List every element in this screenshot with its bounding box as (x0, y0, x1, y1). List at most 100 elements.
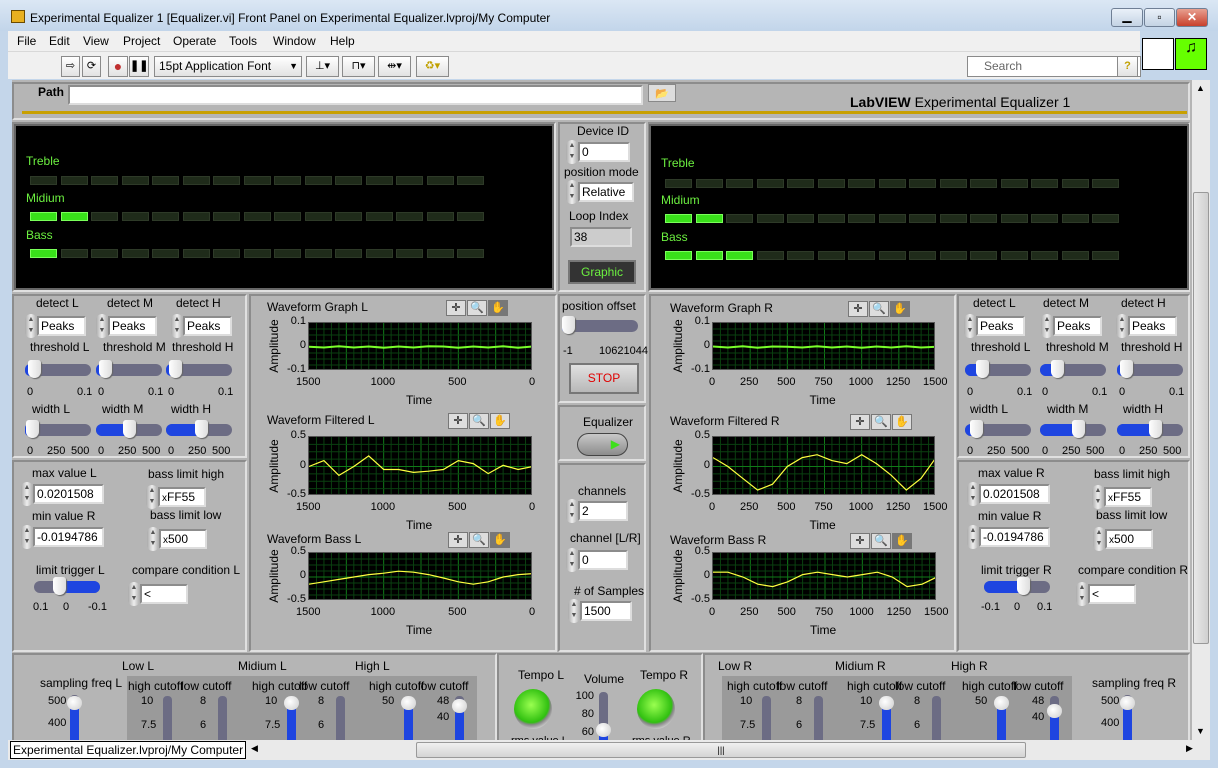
low-cutoff-slider-track[interactable] (336, 696, 345, 740)
bass-limit-high-input-increment-decrement[interactable]: ▲ ▼ (146, 485, 158, 509)
graphic-button[interactable]: Graphic (568, 260, 636, 284)
width-slider-thumb[interactable] (122, 420, 136, 438)
path-input[interactable] (68, 85, 643, 105)
compare-condition-select-increment-decrement[interactable]: ▲ ▼ (128, 582, 140, 606)
menu-help[interactable]: Help (330, 34, 355, 48)
run-arrow-icon[interactable]: ⇨ (61, 56, 80, 77)
distribute-objects-icon[interactable]: ⊓▾ (342, 56, 375, 77)
bass-limit-low-input-increment-decrement[interactable]: ▲ ▼ (1093, 527, 1105, 551)
zoom-tool-icon[interactable]: 🔍 (467, 300, 487, 316)
position-offset-slider-thumb[interactable] (562, 316, 575, 334)
position-mode-select-increment-decrement[interactable]: ▲ ▼ (566, 180, 578, 204)
cursor-tool-icon[interactable]: ✛ (448, 413, 468, 429)
detect-select-increment-decrement[interactable]: ▲ ▼ (1041, 314, 1053, 338)
width-slider-thumb[interactable] (1148, 420, 1162, 438)
detect-select-increment-decrement[interactable]: ▲ ▼ (1116, 314, 1128, 338)
detect-select[interactable]: Peaks (1053, 316, 1102, 336)
scroll-left-icon[interactable]: ◀ (251, 743, 258, 754)
sampling-freq-slider-thumb[interactable] (1120, 696, 1135, 710)
threshold-slider-thumb[interactable] (1050, 360, 1064, 378)
bass-limit-low-input-increment-decrement[interactable]: ▲ ▼ (147, 527, 159, 551)
bass-limit-high-input[interactable]: xFF55 (1104, 487, 1152, 507)
detect-select[interactable]: Peaks (183, 316, 232, 336)
max-value-indicator[interactable]: 0.0201508 (33, 484, 104, 504)
max-value-indicator[interactable]: 0.0201508 (979, 484, 1050, 504)
detect-select-increment-decrement[interactable]: ▲ ▼ (171, 314, 183, 338)
cursor-tool-icon[interactable]: ✛ (446, 300, 466, 316)
vertical-scroll-thumb[interactable] (1193, 192, 1209, 644)
samples-input[interactable]: 1500 (580, 601, 632, 621)
high-cutoff-slider-track[interactable] (762, 696, 771, 740)
abort-icon[interactable]: ● (108, 56, 128, 77)
channel-lr-input[interactable]: 0 (578, 550, 628, 570)
bass-limit-high-input[interactable]: xFF55 (158, 487, 206, 507)
max-value-indicator-increment-decrement[interactable]: ▲ ▼ (21, 482, 33, 506)
detect-select[interactable]: Peaks (37, 316, 86, 336)
bass-limit-low-input[interactable]: x500 (159, 529, 207, 549)
menu-file[interactable]: File (17, 34, 36, 48)
width-slider-thumb[interactable] (25, 420, 39, 438)
low-cutoff-slider-track[interactable] (218, 696, 227, 740)
width-slider-thumb[interactable] (1071, 420, 1085, 438)
compare-condition-select[interactable]: < (1088, 584, 1136, 604)
low-cutoff-slider-track[interactable] (814, 696, 823, 740)
samples-input-increment-decrement[interactable]: ▲ ▼ (568, 599, 580, 623)
pan-tool-icon[interactable]: ✋ (490, 413, 510, 429)
run-continuously-icon[interactable]: ⟳ (82, 56, 101, 77)
channel-lr-input-increment-decrement[interactable]: ▲ ▼ (566, 548, 578, 572)
zoom-tool-icon[interactable]: 🔍 (871, 414, 891, 430)
high-cutoff-slider-track[interactable] (163, 696, 172, 740)
detect-select-increment-decrement[interactable]: ▲ ▼ (96, 314, 108, 338)
compare-condition-select[interactable]: < (140, 584, 188, 604)
width-slider-thumb[interactable] (970, 420, 984, 438)
detect-select[interactable]: Peaks (1128, 316, 1177, 336)
scroll-up-icon[interactable]: ▲ (1196, 83, 1205, 93)
high-cutoff-slider-thumb[interactable] (401, 696, 416, 710)
pan-tool-icon[interactable]: ✋ (892, 533, 912, 549)
low-cutoff-slider-track[interactable] (932, 696, 941, 740)
font-select[interactable]: 15pt Application Font ▼ (154, 56, 302, 77)
zoom-tool-icon[interactable]: 🔍 (469, 532, 489, 548)
help-button[interactable]: ? (1117, 56, 1138, 77)
device-id-input-increment-decrement[interactable]: ▲ ▼ (566, 140, 578, 164)
channels-input[interactable]: 2 (578, 501, 628, 521)
sampling-freq-slider-thumb[interactable] (67, 696, 82, 710)
compare-condition-select-increment-decrement[interactable]: ▲ ▼ (1076, 582, 1088, 606)
close-button[interactable]: ✕ (1176, 8, 1208, 27)
low-cutoff-slider-thumb[interactable] (1047, 704, 1062, 718)
scroll-down-icon[interactable]: ▼ (1196, 726, 1205, 736)
min-value-indicator-increment-decrement[interactable]: ▲ ▼ (967, 525, 979, 549)
menu-edit[interactable]: Edit (49, 34, 70, 48)
threshold-slider-thumb[interactable] (27, 360, 41, 378)
zoom-tool-icon[interactable]: 🔍 (869, 301, 889, 317)
search-input[interactable]: Search🔍 (967, 56, 1141, 77)
minimize-button[interactable]: ▁ (1111, 8, 1143, 27)
resize-objects-icon[interactable]: ⇹▾ (378, 56, 411, 77)
threshold-slider-thumb[interactable] (168, 360, 182, 378)
scroll-right-icon[interactable]: ▶ (1186, 743, 1193, 754)
low-cutoff-slider-thumb[interactable] (452, 699, 467, 713)
detect-select-increment-decrement[interactable]: ▲ ▼ (25, 314, 37, 338)
menu-view[interactable]: View (83, 34, 109, 48)
menu-operate[interactable]: Operate (173, 34, 216, 48)
bass-limit-high-input-increment-decrement[interactable]: ▲ ▼ (1092, 485, 1104, 509)
detect-select[interactable]: Peaks (976, 316, 1025, 336)
pan-tool-icon[interactable]: ✋ (892, 414, 912, 430)
equalizer-toggle-button[interactable]: ▶ (577, 433, 628, 456)
pan-tool-icon[interactable]: ✋ (890, 301, 910, 317)
zoom-tool-icon[interactable]: 🔍 (871, 533, 891, 549)
zoom-tool-icon[interactable]: 🔍 (469, 413, 489, 429)
threshold-slider-thumb[interactable] (98, 360, 112, 378)
menu-tools[interactable]: Tools (229, 34, 257, 48)
threshold-slider-thumb[interactable] (1119, 360, 1133, 378)
max-value-indicator-increment-decrement[interactable]: ▲ ▼ (967, 482, 979, 506)
high-cutoff-slider-thumb[interactable] (994, 696, 1009, 710)
cursor-tool-icon[interactable]: ✛ (848, 301, 868, 317)
maximize-button[interactable]: ▫ (1144, 8, 1175, 27)
min-value-indicator-increment-decrement[interactable]: ▲ ▼ (21, 525, 33, 549)
high-cutoff-slider-thumb[interactable] (879, 696, 894, 710)
threshold-slider-thumb[interactable] (975, 360, 989, 378)
horizontal-scroll-thumb[interactable]: ||| (416, 742, 1026, 758)
volume-slider-thumb[interactable] (596, 723, 611, 737)
position-mode-select[interactable]: Relative (578, 182, 634, 202)
